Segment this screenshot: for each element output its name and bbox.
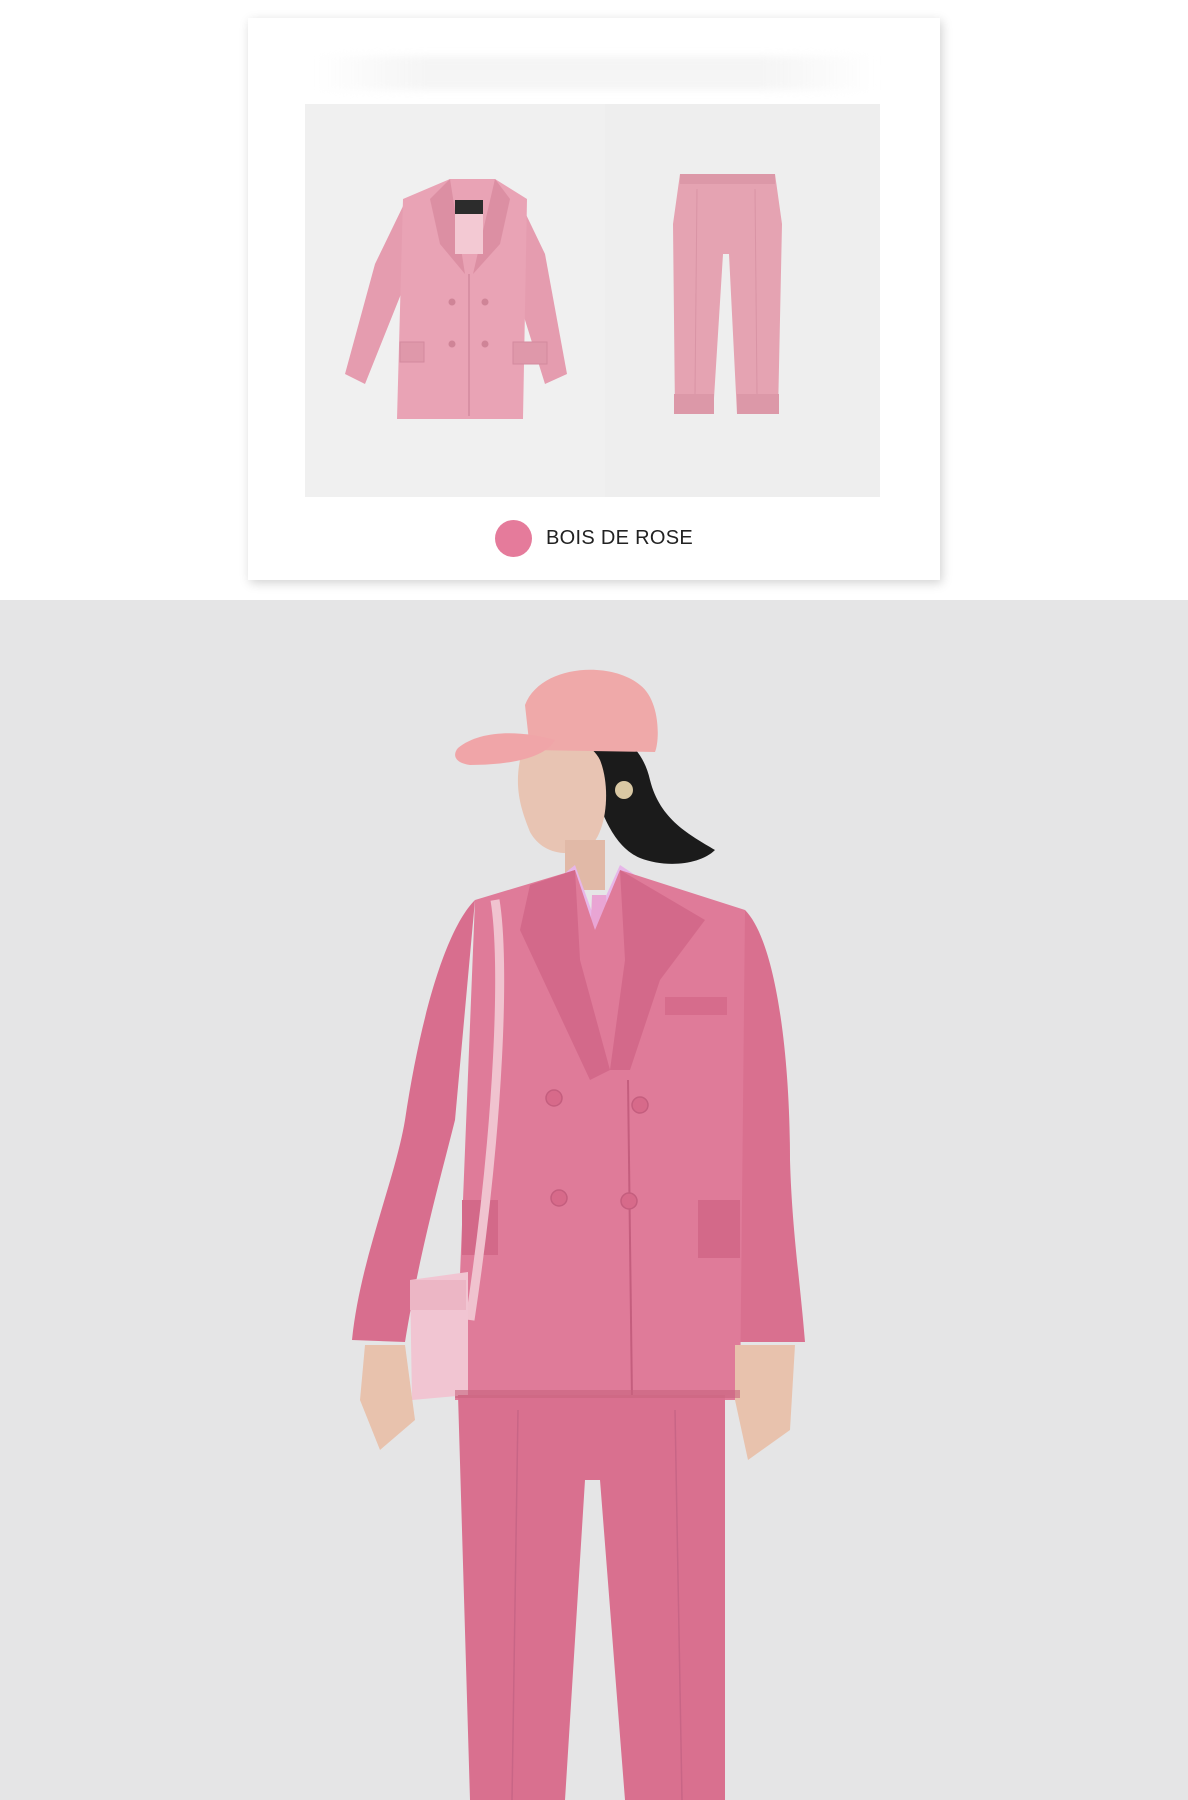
card-header-placeholder (312, 56, 876, 90)
model-photo (0, 600, 1188, 1800)
product-card: BOIS DE ROSE (248, 18, 940, 580)
color-swatch-icon[interactable] (495, 519, 532, 557)
product-color-section: BOIS DE ROSE (0, 0, 1188, 600)
color-name-label: BOIS DE ROSE (546, 526, 693, 549)
color-selector: BOIS DE ROSE (248, 518, 940, 558)
flatlay-illustration (305, 104, 880, 497)
product-flatlay-image[interactable] (305, 104, 880, 497)
model-illustration (352, 669, 805, 1800)
